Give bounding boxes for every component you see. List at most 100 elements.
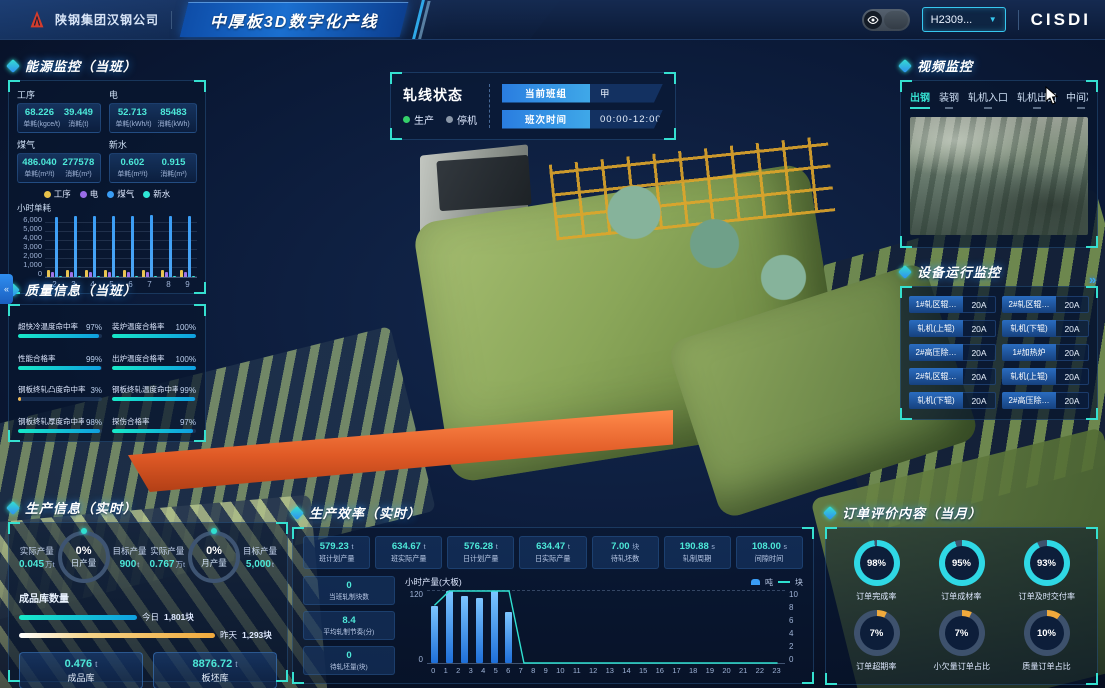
video-tab-2[interactable]: 装钢	[939, 89, 959, 109]
green-dot-icon	[403, 116, 410, 123]
side-stat: 0待轧坯量(块)	[303, 646, 395, 675]
kpi-label: 质量订单占比	[1022, 660, 1070, 671]
device-current-value: 20A	[963, 296, 996, 313]
metric-value: 0.602	[114, 157, 151, 168]
device-current-value: 20A	[963, 368, 996, 385]
line-series	[427, 591, 785, 663]
yesterday-value: 1,293块	[242, 629, 272, 641]
quality-label: 钢板终轧凸度命中率	[18, 384, 86, 395]
line-status-title: 轧线状态	[403, 85, 477, 105]
metric-value: 277578	[61, 157, 96, 168]
metric-name: 新水	[109, 138, 197, 151]
metric-label: 单耗(m³/t)	[115, 168, 149, 178]
panel-title: 质量信息（当班）	[25, 280, 137, 299]
diamond-icon	[898, 264, 912, 278]
chart-plot-area	[45, 215, 197, 278]
left-axis-ticks: 1200	[405, 590, 427, 675]
video-tab-1[interactable]: 出钢	[910, 89, 930, 109]
brand-block: 陕钢集团汉钢公司 中厚板3D数字化产线	[0, 0, 560, 39]
stat-card: 634.47 t日实际产量	[519, 536, 586, 569]
status-legend: 生产 停机	[403, 112, 477, 127]
energy-metric: 煤气 486.040单耗(m³/t) 277578消耗(m³)	[17, 137, 101, 183]
kpi-label: 订单及时交付率	[1018, 590, 1075, 601]
stock-section-title: 成品库数量	[19, 590, 277, 605]
kpi-label: 小欠量订单占比	[933, 660, 990, 671]
visibility-toggle[interactable]	[862, 9, 910, 31]
shift-label: 当前班组	[502, 84, 590, 103]
metric-value: 52.713	[114, 107, 151, 118]
order-kpi: 98%订单完成率	[836, 540, 917, 602]
video-tab-5[interactable]: 中间冷	[1066, 89, 1088, 109]
header-divider-2	[1018, 10, 1019, 30]
metric-value: 68.226	[22, 107, 57, 118]
panel-body: 98%订单完成率 95%订单成材率 93%订单及时交付率 7%订单超期率 7%小…	[825, 527, 1098, 685]
heat-number-dropdown[interactable]: H2309... ▼	[922, 7, 1006, 32]
energy-metric: 电 52.713单耗(kWh/t) 85483消耗(kWh)	[109, 87, 197, 133]
panel-body: 579.23 t班计划产量 634.67 t班实际产量 576.28 t日计划产…	[292, 527, 814, 684]
video-feed[interactable]	[910, 117, 1088, 235]
stat-card: 190.88 s轧制周期	[664, 536, 731, 569]
device-current-value: 20A	[1056, 368, 1089, 385]
panel-title: 生产信息（实时）	[25, 498, 137, 517]
video-tab-3[interactable]: 轧机入口	[968, 89, 1008, 109]
left-edge-collapse-tab[interactable]: «	[0, 274, 13, 304]
device-row: 轧机(上辊)20A	[1002, 368, 1089, 385]
progress-bar	[112, 429, 196, 433]
header-divider	[171, 11, 172, 29]
legend-dot	[143, 191, 150, 198]
device-row: 2#轧区辊…20A	[909, 368, 996, 385]
energy-monitor-panel: 能源监控（当班） 工序 68.226单耗(kgce/t) 39.449消耗(t)…	[8, 56, 206, 294]
panel-title: 视频监控	[917, 56, 973, 75]
device-current-value: 20A	[963, 320, 996, 337]
dashboard-root: 陕钢集团汉钢公司 中厚板3D数字化产线 H2309... ▼ CISDI	[0, 0, 1105, 688]
efficiency-side-stats: 0当班轧制块数 8.4平均轧制节奏(分) 0待轧坯量(块)	[303, 576, 395, 675]
stat-card: 576.28 t日计划产量	[447, 536, 514, 569]
quality-item: 钢板终轧温度命中率99%	[112, 377, 196, 402]
panel-title: 生产效率（实时）	[309, 503, 421, 522]
legend-item: 电	[80, 188, 99, 200]
side-stat: 0当班轧制块数	[303, 576, 395, 605]
y-axis-ticks: 6,0005,0004,0003,0002,0001,0000	[17, 215, 45, 289]
today-label: 今日	[142, 611, 159, 623]
kpi-label: 订单完成率	[856, 590, 896, 601]
metric-box: 486.040单耗(m³/t) 277578消耗(m³)	[17, 153, 101, 183]
quality-item: 钢板终轧凸度命中率3%	[18, 377, 102, 402]
metric-value: 39.449	[61, 107, 96, 118]
panel-title: 订单评价内容（当月）	[842, 503, 982, 522]
line-legend-icon	[778, 581, 790, 583]
device-current-value: 20A	[1056, 344, 1089, 361]
diamond-icon	[823, 505, 837, 519]
chevron-down-icon: ▼	[989, 15, 997, 24]
shift-time-ribbon: 班次时间 00:00-12:00	[502, 110, 663, 129]
video-tab-4[interactable]: 轧机出口	[1017, 89, 1057, 109]
line-status-panel: 轧线状态 生产 停机 当前班组 甲 班次时间 00:00-12:00	[390, 72, 676, 140]
metric-box: 68.226单耗(kgce/t) 39.449消耗(t)	[17, 103, 101, 133]
energy-hourly-chart: 6,0005,0004,0003,0002,0001,0000 23456789	[17, 215, 197, 289]
progress-bar	[18, 334, 102, 338]
order-kpi: 7%订单超期率	[836, 610, 917, 672]
device-name-chip: 轧机(下辊)	[909, 392, 963, 409]
legend-production: 生产	[403, 112, 434, 127]
quality-item: 出炉温度合格率100%	[112, 345, 196, 370]
stat-card: 7.00 块待轧坯数	[592, 536, 659, 569]
metric-label: 单耗(kWh/t)	[115, 118, 149, 128]
panel-expand-arrow[interactable]: »	[1089, 272, 1096, 287]
metric-label: 消耗(t)	[62, 118, 94, 128]
device-list: 1#轧区辊…20A 2#轧区辊…20A 轧机(上辊)20A 轧机(下辊)20A …	[909, 296, 1089, 409]
shift-value: 甲	[590, 84, 663, 103]
quality-label: 钢板终轧温度命中率	[112, 384, 178, 395]
panel-body: 1#轧区辊…20A 2#轧区辊…20A 轧机(上辊)20A 轧机(下辊)20A …	[900, 286, 1098, 420]
kpi-donut: 10%	[1024, 610, 1070, 656]
gray-dot-icon	[446, 116, 453, 123]
quality-item: 超快冷温度命中率97%	[18, 313, 102, 338]
device-name-chip: 1#轧区辊…	[909, 296, 963, 313]
kpi-donut: 95%	[939, 540, 985, 586]
quality-percent: 97%	[86, 323, 102, 332]
progress-bar	[18, 429, 102, 433]
device-row: 轧机(下辊)20A	[1002, 320, 1089, 337]
quality-info-panel: 质量信息（当班） 超快冷温度命中率97% 装炉温度合格率100% 性能合格率99…	[8, 280, 206, 442]
quality-item: 钢板终轧厚度命中率98%	[18, 408, 102, 433]
legend-item: 煤气	[107, 188, 134, 200]
video-monitor-panel: 视频监控 出钢 装钢 轧机入口 轧机出口 中间冷 电动辊	[900, 56, 1098, 248]
quality-item: 探伤合格率97%	[112, 408, 196, 433]
